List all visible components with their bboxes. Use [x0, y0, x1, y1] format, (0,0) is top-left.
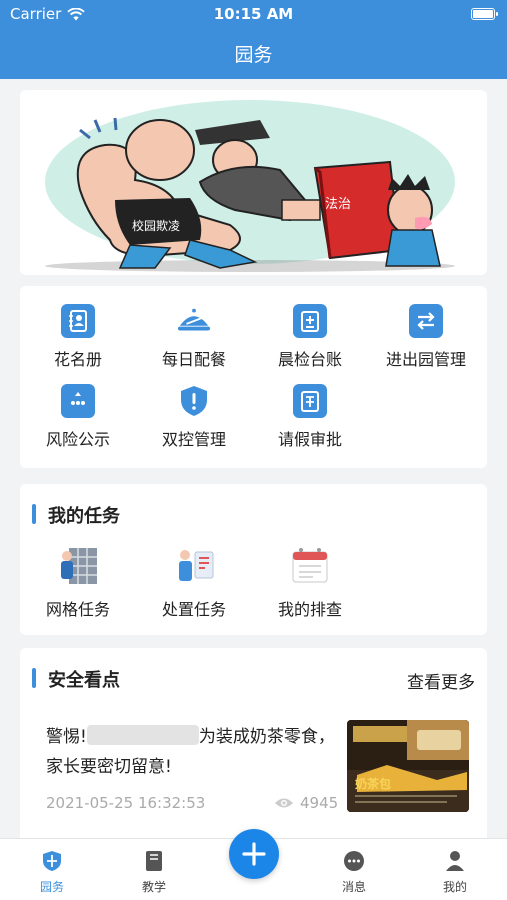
- menu-item-label: 花名册: [53, 350, 102, 369]
- banner-illustration: 校园欺凌 法治: [45, 100, 455, 272]
- tab-label: 我的: [442, 880, 467, 894]
- news-date: 2021-05-25 16:32:53: [46, 794, 206, 812]
- banner[interactable]: 校园欺凌 法治: [20, 90, 487, 275]
- menu-item-meal[interactable]: 每日配餐: [136, 304, 252, 370]
- redacted-text: [86, 725, 199, 745]
- banner-book-text: 法治: [325, 197, 351, 212]
- task-label: 处置任务: [161, 600, 226, 619]
- menu-item-label: 进出园管理: [385, 350, 466, 369]
- tab-label: 园务: [39, 880, 64, 894]
- clock: 10:15 AM: [213, 5, 294, 23]
- person-icon: [443, 849, 467, 873]
- menu-item-label: 双控管理: [161, 430, 226, 449]
- tab-messages[interactable]: 消息: [314, 849, 394, 895]
- plus-icon: [242, 842, 266, 866]
- task-handling[interactable]: 处置任务: [136, 546, 252, 620]
- menu-item-leave[interactable]: 请假审批: [252, 384, 368, 450]
- tab-label: 教学: [141, 880, 166, 894]
- shield-icon: [177, 384, 211, 418]
- chat-icon: [342, 849, 366, 873]
- news-thumbnail[interactable]: 奶茶包: [347, 720, 469, 812]
- menu-item-roster[interactable]: 花名册: [20, 304, 136, 370]
- section-title: 我的任务: [32, 502, 120, 528]
- tab-label: 消息: [341, 880, 366, 894]
- tab-profile[interactable]: 我的: [415, 849, 495, 895]
- menu-item-dual-control[interactable]: 双控管理: [136, 384, 252, 450]
- task-label: 网格任务: [45, 600, 110, 619]
- handling-task-icon: [179, 550, 214, 581]
- menu-item-risk[interactable]: 风险公示: [20, 384, 136, 450]
- tab-teaching[interactable]: 教学: [114, 849, 194, 895]
- battery-icon: [471, 8, 498, 20]
- feature-menu: 花名册 每日配餐 晨检台账 进出园管理 风险公示 双控管理 请假审批: [20, 286, 487, 468]
- page-title: 园务: [234, 44, 273, 66]
- grid-task-icon: [61, 548, 97, 584]
- section-title: 安全看点: [32, 666, 120, 692]
- menu-item-ledger[interactable]: 晨检台账: [252, 304, 368, 370]
- news-views: 4945: [274, 794, 338, 812]
- menu-item-label: 风险公示: [45, 430, 110, 449]
- menu-item-label: 晨检台账: [277, 350, 342, 369]
- transfer-icon: [409, 304, 443, 338]
- safety-news-section: 安全看点 查看更多 警惕! 为装成奶茶零食，家长要密切留意! 2021-05-25…: [20, 648, 487, 838]
- roster-icon: [61, 304, 95, 338]
- status-bar: Carrier 10:15 AM: [0, 5, 507, 25]
- leave-icon: [293, 384, 327, 418]
- tab-garden-affairs[interactable]: 园务: [12, 849, 92, 895]
- shield-tab-icon: [40, 849, 64, 873]
- task-grid[interactable]: 网格任务: [20, 546, 136, 620]
- ledger-icon: [293, 304, 327, 338]
- task-label: 我的排查: [277, 600, 342, 619]
- views-count: 4945: [300, 794, 339, 812]
- my-tasks-section: 我的任务 网格任务 处置任务 我的排查: [20, 484, 487, 635]
- headline-start: 警惕!: [46, 727, 87, 747]
- menu-item-label: 每日配餐: [161, 350, 226, 369]
- top-bar: Carrier 10:15 AM 园务: [0, 0, 507, 79]
- book-icon: [142, 849, 166, 873]
- risk-icon: [61, 384, 95, 418]
- menu-item-transfer[interactable]: 进出园管理: [368, 304, 484, 370]
- menu-item-label: 请假审批: [277, 430, 342, 449]
- eye-icon: [275, 798, 293, 808]
- banner-sign-text: 校园欺凌: [132, 218, 180, 233]
- meal-icon: [177, 304, 211, 338]
- add-button[interactable]: [229, 829, 279, 879]
- check-task-icon: [292, 548, 328, 583]
- see-more-link[interactable]: 查看更多: [407, 668, 475, 693]
- thumb-text: 奶茶包: [355, 776, 391, 791]
- task-check[interactable]: 我的排查: [252, 546, 368, 620]
- news-headline[interactable]: 警惕! 为装成奶茶零食，家长要密切留意!: [46, 722, 336, 782]
